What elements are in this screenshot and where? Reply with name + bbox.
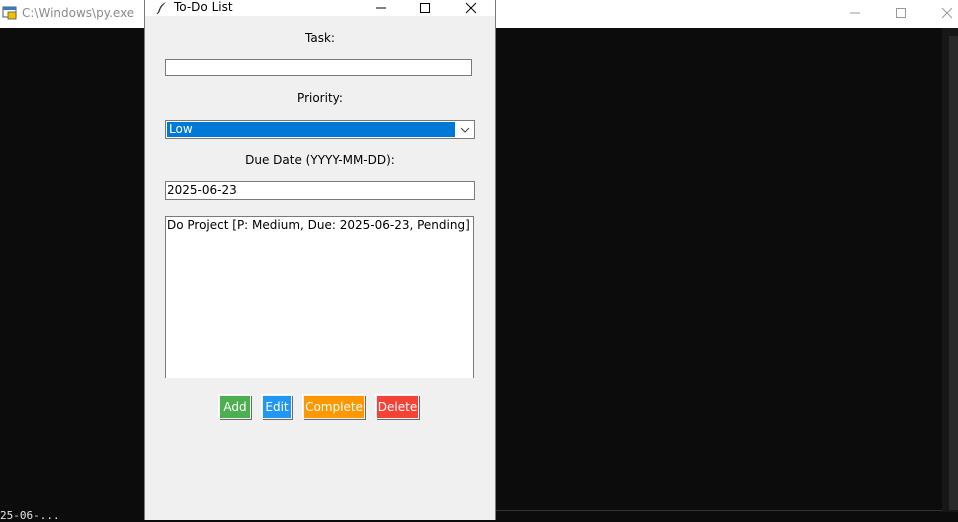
add-button[interactable]: Add: [219, 395, 251, 419]
minimize-icon: [850, 12, 860, 14]
chevron-down-icon: [460, 127, 469, 133]
close-icon: [941, 7, 953, 19]
feather-icon: [156, 2, 166, 15]
minimize-button[interactable]: [358, 0, 404, 16]
task-listbox[interactable]: Do Project [P: Medium, Due: 2025-06-23, …: [165, 216, 474, 378]
priority-dropdown[interactable]: Low: [165, 120, 475, 139]
maximize-icon: [420, 3, 430, 13]
complete-button[interactable]: Complete: [303, 395, 365, 419]
due-date-label: Due Date (YYYY-MM-DD):: [245, 153, 395, 167]
console-divider: [494, 510, 942, 511]
maximize-icon: [896, 8, 906, 18]
console-scroll-thumb[interactable]: [949, 36, 958, 510]
task-label: Task:: [305, 31, 335, 45]
minimize-icon: [376, 7, 386, 9]
task-list-item[interactable]: Do Project [P: Medium, Due: 2025-06-23, …: [167, 218, 470, 232]
console-maximize-button[interactable]: [878, 0, 924, 26]
todo-titlebar: To-Do List: [145, 0, 495, 16]
due-date-input[interactable]: 2025-06-23: [165, 181, 475, 200]
console-minimize-button[interactable]: [832, 0, 878, 26]
maximize-button[interactable]: [402, 0, 448, 16]
python-console-icon: [2, 6, 17, 20]
priority-selected-value: Low: [167, 122, 455, 137]
console-title: C:\Windows\py.exe: [22, 6, 135, 20]
priority-dropdown-toggle[interactable]: [456, 122, 473, 137]
priority-label: Priority:: [297, 91, 343, 105]
todo-window: To-Do List Task: Priority: Low Due Date …: [144, 0, 496, 520]
console-output-text: 25-06-...: [0, 509, 60, 522]
task-input[interactable]: [165, 59, 472, 76]
delete-button[interactable]: Delete: [376, 395, 419, 419]
todo-title: To-Do List: [174, 0, 233, 14]
close-icon: [465, 2, 477, 14]
edit-button[interactable]: Edit: [262, 395, 292, 419]
console-close-button[interactable]: [924, 0, 958, 26]
close-button[interactable]: [448, 0, 494, 16]
